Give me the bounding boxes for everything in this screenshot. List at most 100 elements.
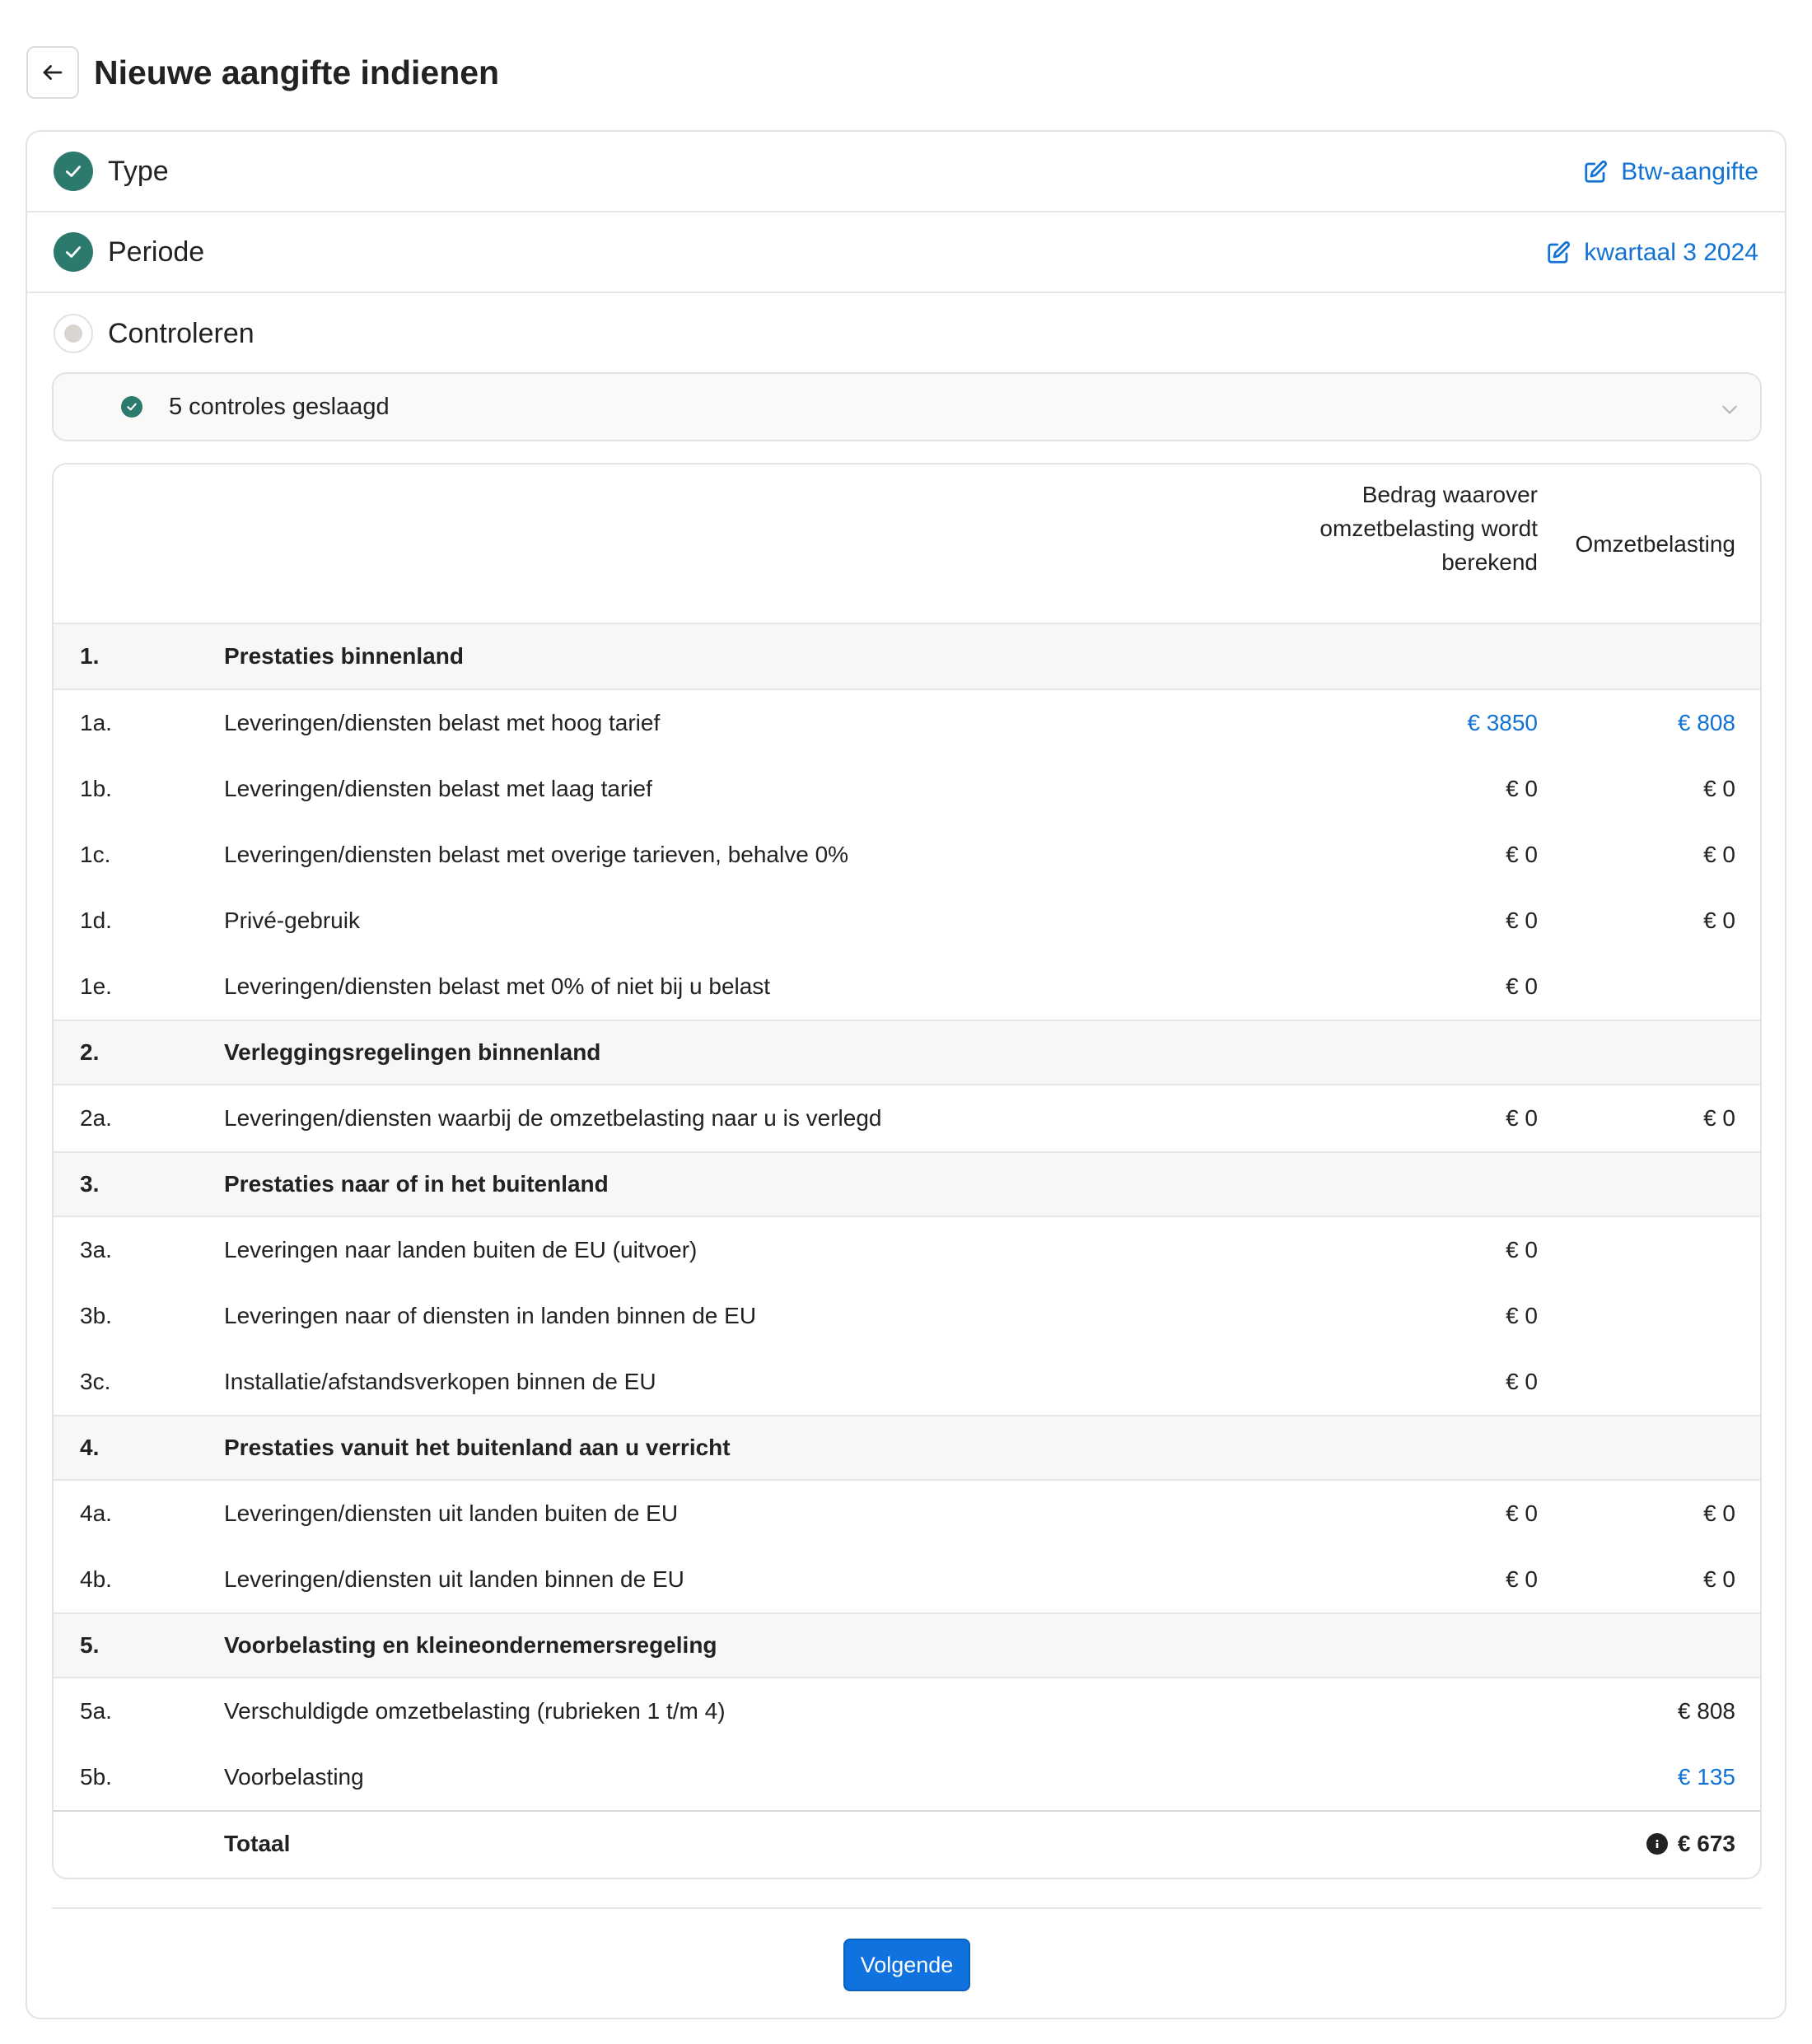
check-circle-icon: [54, 152, 93, 191]
check-circle-icon: [54, 232, 93, 272]
row-code: 3c.: [80, 1369, 111, 1394]
section-row: 2. Verleggingsregelingen binnenland: [54, 1020, 1760, 1085]
row-description: Leveringen/diensten belast met hoog tari…: [224, 710, 661, 735]
table-body: 1. Prestaties binnenland 1a. Leveringen/die…: [54, 624, 1760, 1810]
row-description: Leveringen/diensten uit landen buiten de…: [224, 1500, 679, 1526]
step-value-text: kwartaal 3 2024: [1584, 239, 1758, 266]
row-description: Voorbelasting en kleineondernemersregeli…: [224, 1632, 717, 1658]
section-row: 5. Voorbelasting en kleineondernemersrege…: [54, 1612, 1760, 1678]
row-amount: € 0: [1506, 1303, 1538, 1328]
row-description: Leveringen naar landen buiten de EU (uit…: [224, 1237, 698, 1262]
row-code: 3a.: [80, 1237, 112, 1262]
row-tax: € 0: [1703, 1500, 1735, 1526]
table-row: 3c. Installatie/afstandsverkopen binnen d…: [54, 1349, 1760, 1415]
row-tax[interactable]: € 808: [1678, 710, 1735, 736]
step-type: Type Btw-aangifte: [27, 132, 1785, 212]
row-code: 2a.: [80, 1105, 112, 1131]
row-amount: € 0: [1506, 776, 1538, 801]
row-amount: € 0: [1506, 1105, 1538, 1131]
table-row: 5b. Voorbelasting € 135: [54, 1744, 1760, 1810]
row-code: 4.: [80, 1435, 100, 1460]
row-tax: € 0: [1703, 1566, 1735, 1592]
checks-summary-toggle[interactable]: 5 controles geslaagd: [52, 372, 1762, 441]
table-row: 1d. Privé-gebruik € 0 € 0: [54, 888, 1760, 954]
table-row: 4b. Leveringen/diensten uit landen binnen…: [54, 1547, 1760, 1612]
vat-return-table: Bedrag waarover omzetbelasting wordt ber…: [52, 463, 1762, 1879]
wizard-card: Type Btw-aangifte Periode kwartaal 3 202…: [26, 130, 1786, 2019]
row-code: 1.: [80, 643, 100, 669]
row-tax: € 0: [1703, 908, 1735, 933]
row-description: Prestaties binnenland: [224, 643, 464, 669]
row-tax: € 0: [1703, 842, 1735, 867]
next-button[interactable]: Volgende: [843, 1939, 970, 1991]
chevron-down-icon: [1722, 405, 1737, 414]
total-row: Totaal € 673: [54, 1810, 1760, 1876]
table-row: 1e. Leveringen/diensten belast met 0% of …: [54, 954, 1760, 1020]
row-description: Leveringen/diensten waarbij de omzetbela…: [224, 1105, 882, 1131]
row-code: 1a.: [80, 710, 112, 735]
step-value-text: Btw-aangifte: [1621, 158, 1758, 185]
edit-icon: [1585, 160, 1608, 183]
row-code: 1e.: [80, 973, 112, 999]
back-button[interactable]: [26, 46, 79, 99]
row-description: Prestaties vanuit het buitenland aan u v…: [224, 1435, 731, 1460]
row-code: 3.: [80, 1171, 100, 1197]
row-amount: € 0: [1506, 908, 1538, 933]
table-row: 3b. Leveringen naar of diensten in landen…: [54, 1283, 1760, 1349]
row-amount: € 0: [1506, 1237, 1538, 1262]
row-amount: € 0: [1506, 1566, 1538, 1592]
checks-summary-text: 5 controles geslaagd: [169, 393, 390, 420]
row-description: Voorbelasting: [224, 1764, 364, 1790]
total-amount: € 673: [1677, 1831, 1735, 1856]
column-header-amount: Bedrag waarover omzetbelasting wordt ber…: [1319, 482, 1538, 575]
row-tax: € 0: [1703, 1105, 1735, 1131]
page-title: Nieuwe aangifte indienen: [94, 53, 500, 91]
step-controleren: Controleren: [27, 293, 1785, 374]
row-code: 1d.: [80, 908, 112, 933]
step-label: Controleren: [108, 317, 255, 349]
row-code: 5b.: [80, 1764, 112, 1790]
edit-icon: [1548, 240, 1571, 264]
row-code: 2.: [80, 1039, 100, 1065]
edit-periode-link[interactable]: kwartaal 3 2024: [1546, 212, 1758, 293]
row-code: 1b.: [80, 776, 112, 801]
table-row: 5a. Verschuldigde omzetbelasting (rubriek…: [54, 1678, 1760, 1744]
row-description: Leveringen/diensten belast met laag tari…: [224, 776, 652, 801]
section-row: 3. Prestaties naar of in het buitenland: [54, 1151, 1760, 1217]
table-row: 3a. Leveringen naar landen buiten de EU (…: [54, 1217, 1760, 1283]
row-tax: € 0: [1703, 776, 1735, 801]
row-description: Leveringen/diensten belast met overige t…: [224, 842, 849, 867]
row-tax[interactable]: € 135: [1678, 1764, 1735, 1790]
row-description: Verschuldigde omzetbelasting (rubrieken …: [224, 1698, 726, 1724]
row-code: 4a.: [80, 1500, 112, 1526]
row-amount: € 0: [1506, 842, 1538, 867]
row-description: Installatie/afstandsverkopen binnen de E…: [224, 1369, 656, 1394]
table-row: 4a. Leveringen/diensten uit landen buiten…: [54, 1481, 1760, 1547]
step-periode: Periode kwartaal 3 2024: [27, 212, 1785, 293]
page-header: Nieuwe aangifte indienen: [26, 46, 499, 99]
section-row: 1. Prestaties binnenland: [54, 624, 1760, 690]
row-description: Leveringen naar of diensten in landen bi…: [224, 1303, 757, 1328]
column-header-tax: Omzetbelasting: [1575, 531, 1735, 557]
row-code: 1c.: [80, 842, 111, 867]
table-row: 1b. Leveringen/diensten belast met laag t…: [54, 756, 1760, 822]
arrow-left-icon: [43, 65, 63, 80]
edit-type-link[interactable]: Btw-aangifte: [1583, 132, 1758, 212]
row-code: 3b.: [80, 1303, 112, 1328]
row-amount: € 0: [1506, 973, 1538, 999]
table-row: 1a. Leveringen/diensten belast met hoog t…: [54, 690, 1760, 756]
row-description: Leveringen/diensten uit landen binnen de…: [224, 1566, 684, 1592]
table-row: 2a. Leveringen/diensten waarbij de omzetb…: [54, 1085, 1760, 1151]
total-label: Totaal: [224, 1831, 291, 1856]
section-row: 4. Prestaties vanuit het buitenland aan u…: [54, 1415, 1760, 1481]
step-label: Type: [108, 155, 169, 187]
pending-circle-icon: [54, 314, 93, 353]
info-icon[interactable]: [1646, 1833, 1668, 1855]
table-row: 1c. Leveringen/diensten belast met overig…: [54, 822, 1760, 888]
row-tax: € 808: [1677, 1698, 1735, 1724]
row-amount[interactable]: € 3850: [1467, 710, 1538, 736]
row-code: 4b.: [80, 1566, 112, 1592]
row-description: Privé-gebruik: [224, 908, 360, 933]
step-label: Periode: [108, 236, 205, 268]
row-code: 5a.: [80, 1698, 112, 1724]
